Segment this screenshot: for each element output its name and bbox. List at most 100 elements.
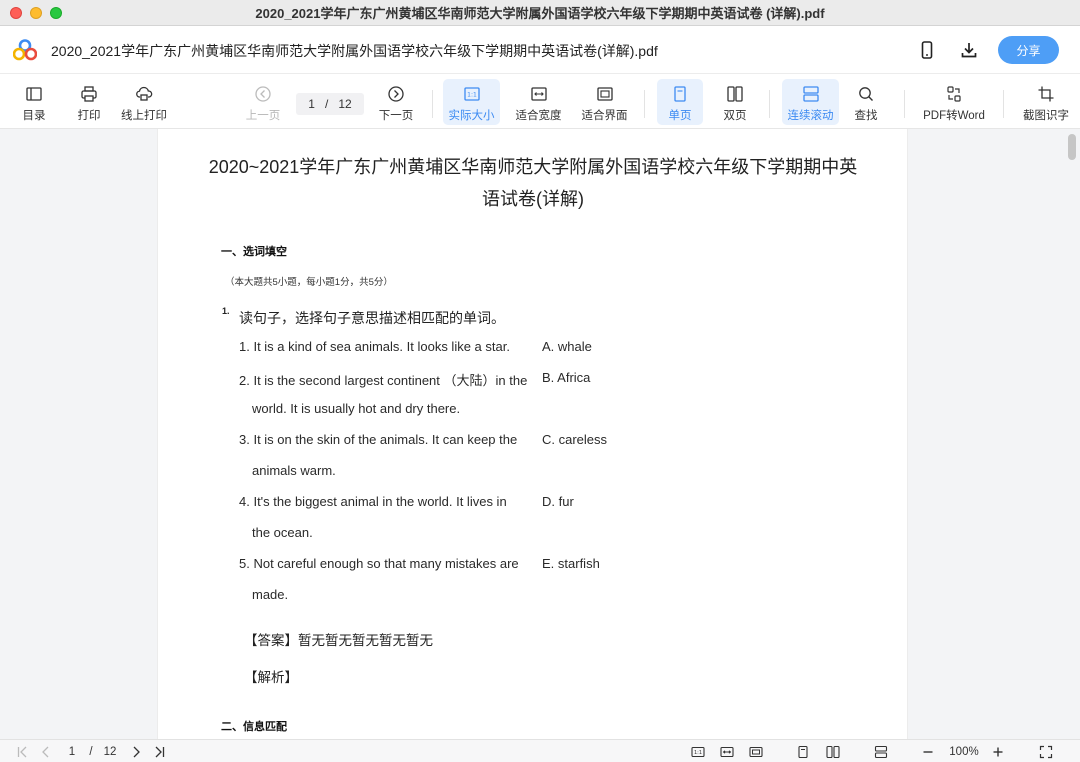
fit-screen-icon <box>596 87 613 101</box>
option-item: A. whale <box>542 339 592 354</box>
find-button[interactable]: 查找 <box>848 79 884 125</box>
fit-width-button[interactable]: 适合宽度 <box>511 79 566 125</box>
sentence-line: animals warm. <box>252 463 336 478</box>
single-page-icon <box>674 86 686 102</box>
zoom-in-icon[interactable] <box>990 743 1006 760</box>
answer-text: 【答案】暂无暂无暂无暂无暂无 <box>244 633 433 648</box>
document-viewport[interactable]: 2020~2021学年广东广州黄埔区华南师范大学附属外国语学校六年级下学期期中英… <box>0 129 1080 739</box>
sentence-line: 2. It is the second largest continent （大… <box>239 373 528 388</box>
single-page-button[interactable]: 单页 <box>657 79 703 125</box>
prev-page-button[interactable]: 上一页 <box>243 79 283 125</box>
screenshot-ocr-label: 截图识字 <box>1023 110 1069 122</box>
option-item: E. starfish <box>542 556 600 571</box>
section-2-heading: 二、信息匹配 <box>221 721 287 733</box>
app-window: 2020_2021学年广东广州黄埔区华南师范大学附属外国语学校六年级下学期期中英… <box>0 0 1080 762</box>
current-page-value: 1 <box>308 97 315 111</box>
crop-icon <box>1038 86 1054 102</box>
sentence-line: world. It is usually hot and dry there. <box>252 401 461 416</box>
share-button[interactable]: 分享 <box>998 36 1059 64</box>
printer-icon <box>81 86 97 102</box>
prev-page-label: 上一页 <box>245 110 281 122</box>
actual-size-button[interactable]: 1:1 实际大小 <box>443 79 500 125</box>
app-header: 2020_2021学年广东广州黄埔区华南师范大学附属外国语学校六年级下学期期中英… <box>0 26 1080 74</box>
next-page-icon[interactable] <box>128 743 144 760</box>
continuous-scroll-icon <box>802 86 819 102</box>
status-page-separator: / <box>89 745 93 758</box>
vertical-scrollbar[interactable] <box>1068 134 1076 160</box>
next-page-label: 下一页 <box>378 110 414 122</box>
find-label: 查找 <box>854 110 878 122</box>
fullscreen-icon[interactable] <box>1038 743 1054 760</box>
convert-icon <box>947 86 961 102</box>
page-number-input[interactable]: 1 / 12 <box>296 93 364 115</box>
double-page-icon[interactable] <box>823 743 843 760</box>
app-logo-icon <box>13 39 37 61</box>
total-pages-value: 12 <box>338 97 352 111</box>
window-controls <box>10 7 62 19</box>
screenshot-ocr-button[interactable]: 截图识字 <box>1018 79 1074 125</box>
fit-width-label: 适合宽度 <box>515 110 562 122</box>
option-item: D. fur <box>542 494 574 509</box>
status-total-pages: 12 <box>103 745 117 758</box>
continuous-scroll-button[interactable]: 连续滚动 <box>782 79 839 125</box>
title-bar: 2020_2021学年广东广州黄埔区华南师范大学附属外国语学校六年级下学期期中英… <box>0 0 1080 26</box>
toc-button[interactable]: 目录 <box>14 79 54 125</box>
online-print-button[interactable]: 线上打印 <box>118 79 170 125</box>
cloud-print-icon <box>136 86 153 101</box>
pdf-to-word-label: PDF转Word <box>923 110 985 122</box>
search-icon <box>859 87 873 101</box>
next-page-button[interactable]: 下一页 <box>376 79 416 125</box>
window-title: 2020_2021学年广东广州黄埔区华南师范大学附属外国语学校六年级下学期期中英… <box>255 6 825 21</box>
first-page-icon[interactable] <box>15 743 31 760</box>
chevron-left-circle-icon <box>255 86 271 102</box>
fit-width-icon[interactable] <box>718 743 736 760</box>
file-title: 2020_2021学年广东广州黄埔区华南师范大学附属外国语学校六年级下学期期中英… <box>51 43 658 59</box>
status-current-page[interactable]: 1 <box>64 743 80 760</box>
print-label: 打印 <box>77 110 101 122</box>
continuous-scroll-icon[interactable] <box>872 743 890 760</box>
sentence-line: 3. It is on the skin of the animals. It … <box>239 432 518 447</box>
sentence-line: the ocean. <box>252 525 313 540</box>
section-1-note: （本大题共5小题，每小题1分，共5分） <box>225 277 393 288</box>
actual-size-icon[interactable]: 1:1 <box>689 743 707 760</box>
double-page-button[interactable]: 双页 <box>713 79 757 125</box>
analysis-text: 【解析】 <box>244 670 298 685</box>
pdf-to-word-button[interactable]: PDF转Word <box>918 79 990 125</box>
close-window-button[interactable] <box>10 7 22 19</box>
fit-screen-button[interactable]: 适合界面 <box>577 79 632 125</box>
download-icon[interactable] <box>957 38 981 62</box>
document-title-line-1: 2020~2021学年广东广州黄埔区华南师范大学附属外国语学校六年级下学期期中英 <box>208 157 858 177</box>
online-print-label: 线上打印 <box>121 110 167 122</box>
fit-screen-icon[interactable] <box>747 743 765 760</box>
maximize-window-button[interactable] <box>50 7 62 19</box>
page-separator: / <box>324 97 329 111</box>
sentence-line: made. <box>252 587 289 602</box>
zoom-level[interactable]: 100% <box>944 743 984 760</box>
fit-width-icon <box>530 87 547 101</box>
single-page-icon[interactable] <box>794 743 812 760</box>
toolbar-divider <box>769 90 770 118</box>
zoom-out-icon[interactable] <box>920 743 936 760</box>
question-prompt: 读句子，选择句子意思描述相匹配的单词。 <box>239 310 505 326</box>
toolbar-divider <box>1003 90 1004 118</box>
toolbar: 目录 打印 线上打印 上一页 1 / 12 下一页 1:1 实际大小 适合宽度 … <box>0 74 1080 129</box>
sentence-line: 1. It is a kind of sea animals. It looks… <box>239 339 510 354</box>
sentence-line: 5. Not careful enough so that many mista… <box>239 556 519 571</box>
question-number: 1. <box>222 306 230 316</box>
double-page-icon <box>727 86 743 102</box>
document-title-line-2: 语试卷(详解) <box>482 189 584 209</box>
mobile-icon[interactable] <box>915 38 939 62</box>
minimize-window-button[interactable] <box>30 7 42 19</box>
toolbar-divider <box>904 90 905 118</box>
section-1-heading: 一、选词填空 <box>221 246 287 258</box>
last-page-icon[interactable] <box>151 743 167 760</box>
prev-page-icon[interactable] <box>38 743 54 760</box>
print-button[interactable]: 打印 <box>69 79 109 125</box>
single-page-label: 单页 <box>668 110 692 122</box>
fit-screen-label: 适合界面 <box>581 110 628 122</box>
toolbar-divider <box>644 90 645 118</box>
actual-size-icon: 1:1 <box>463 87 480 101</box>
option-item: B. Africa <box>542 370 591 385</box>
option-item: C. careless <box>542 432 608 447</box>
sentence-line: 4. It's the biggest animal in the world.… <box>239 494 507 509</box>
